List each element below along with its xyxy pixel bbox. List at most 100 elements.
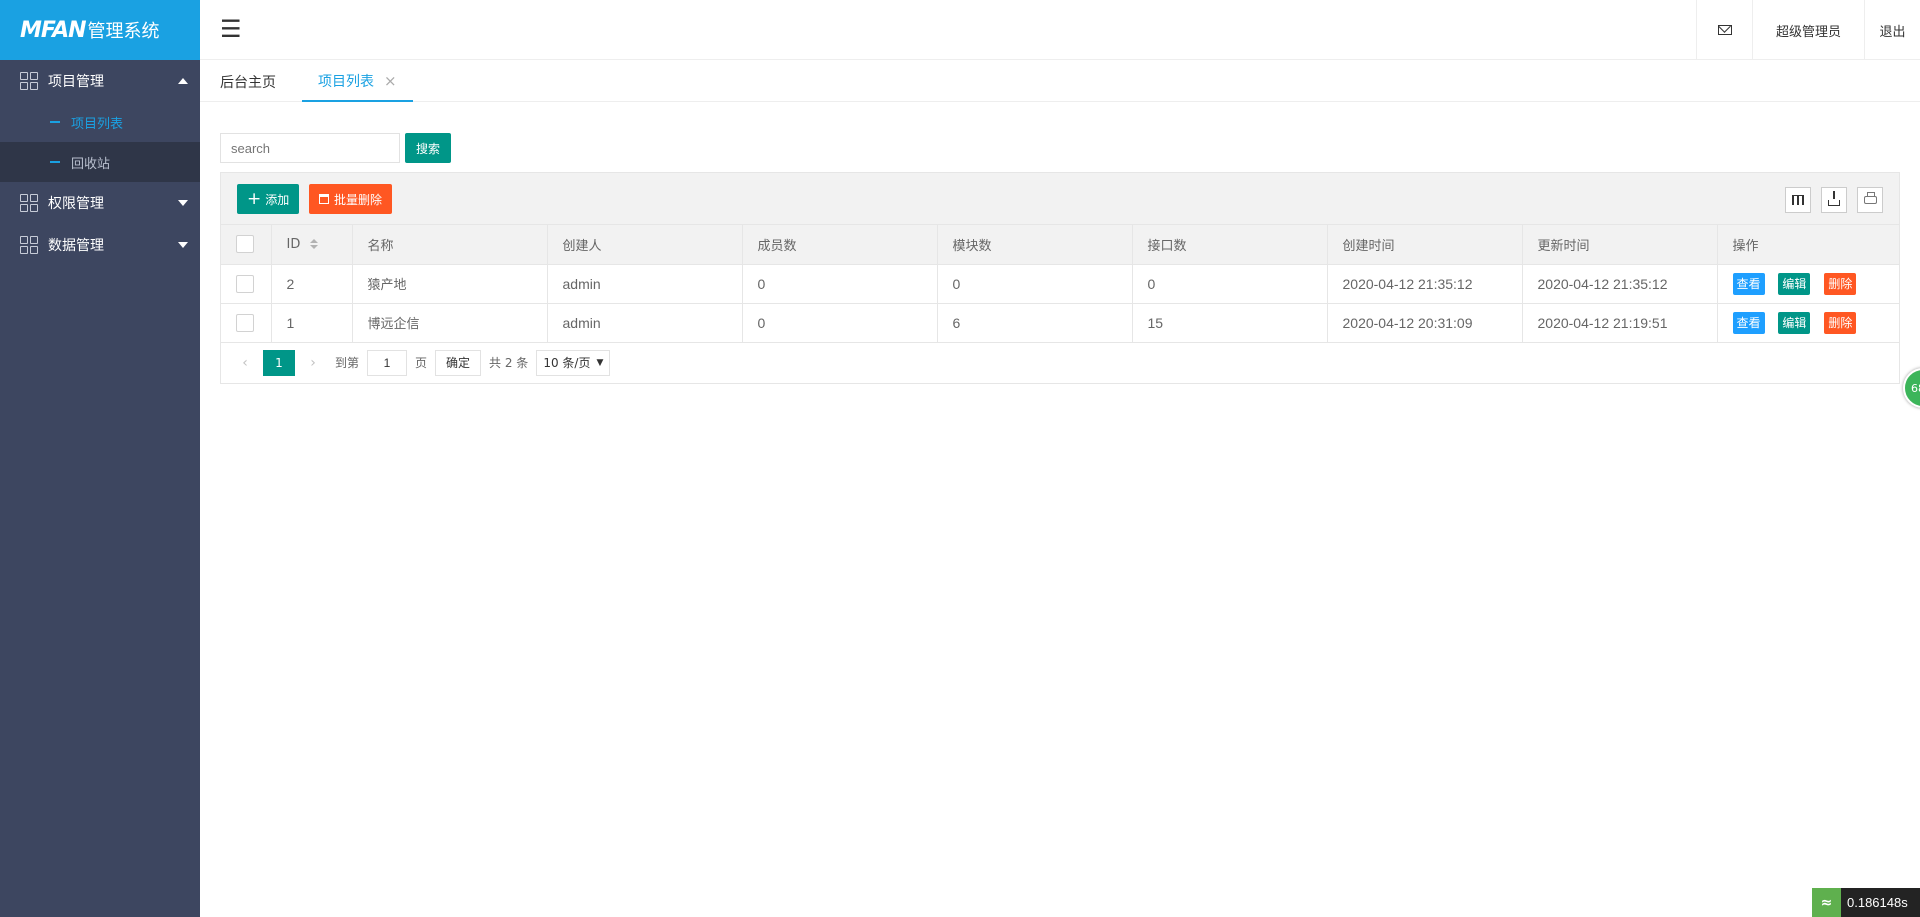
view-button[interactable]: 查看 [1732,272,1765,295]
cell-updated: 2020-04-12 21:19:51 [1522,303,1718,343]
table-row: 1 博远企信 admin 0 6 15 2020-04-12 20:31:09 … [221,303,1899,343]
grid-icon [20,236,38,254]
dash-icon [50,161,60,163]
close-icon[interactable]: × [384,72,397,90]
column-header-actions: 操作 [1717,225,1899,265]
search-input[interactable] [220,133,400,163]
mail-icon [1717,25,1732,35]
next-page-icon[interactable]: › [299,355,327,371]
logo-subtitle: 管理系统 [87,21,160,42]
hamburger-menu-icon[interactable]: ☰ [220,17,242,41]
select-all-checkbox[interactable] [236,235,254,254]
debug-time: 0.186148s [1847,895,1908,910]
caret-up-icon [178,78,188,84]
tab-label: 后台主页 [220,74,276,91]
sidebar-item-label: 回收站 [71,156,111,172]
message-button[interactable] [1696,0,1752,60]
column-header-apis: 接口数 [1132,225,1328,265]
menu-label: 权限管理 [48,196,104,212]
app-logo[interactable]: MFAN 管理系统 [0,0,200,60]
export-button[interactable] [1821,187,1847,213]
column-header-creator: 创建人 [547,225,743,265]
edit-button[interactable]: 编辑 [1778,311,1811,334]
top-header: ☰ 超级管理员 退出 [200,0,1920,60]
delete-button[interactable]: 删除 [1824,311,1857,334]
column-label: ID [286,236,301,252]
prev-page-icon[interactable]: ‹ [231,355,259,371]
menu-project-management[interactable]: 项目管理 [0,60,200,102]
table-toolbar: + 添加 批量删除 [221,173,1899,225]
project-table: ID 名称 创建人 成员数 模块数 接口数 创建时间 更新时间 操作 2 猿产地… [221,225,1899,343]
sidebar-item-label: 项目列表 [71,116,124,132]
dash-icon [50,121,60,123]
cell-actions: 查看 编辑 删除 [1717,303,1899,343]
export-icon [1828,191,1840,206]
edit-button[interactable]: 编辑 [1778,272,1811,295]
menu-group-data: 数据管理 [0,224,200,266]
menu-group-permission: 权限管理 [0,182,200,224]
cell-creator: admin [547,303,743,343]
row-checkbox-cell [221,303,272,343]
menu-label: 项目管理 [48,74,104,90]
page-1-button[interactable]: 1 [263,349,295,376]
sidebar-item-recycle-bin[interactable]: 回收站 [0,142,200,182]
batch-delete-label: 批量删除 [334,192,383,207]
view-button[interactable]: 查看 [1732,311,1765,334]
goto-confirm-button[interactable]: 确定 [435,349,482,376]
column-header-created: 创建时间 [1327,225,1523,265]
add-button[interactable]: + 添加 [237,184,300,214]
caret-down-icon [178,242,188,248]
page-size-select[interactable]: 10 条/页 ▼ [536,349,611,376]
table-header-row: ID 名称 创建人 成员数 模块数 接口数 创建时间 更新时间 操作 [221,225,1899,265]
cell-updated: 2020-04-12 21:35:12 [1522,264,1718,304]
tab-label: 项目列表 [318,73,374,90]
cell-apis: 0 [1132,264,1328,304]
cell-members: 0 [742,303,938,343]
tab-bar: 后台主页 项目列表 × [200,61,1920,102]
debug-logo-icon: ≈ [1812,888,1841,917]
cell-modules: 6 [937,303,1133,343]
sidebar-item-project-list[interactable]: 项目列表 [0,102,200,142]
cell-creator: admin [547,264,743,304]
logout-button[interactable]: 退出 [1864,0,1920,60]
search-bar: 搜索 [220,133,452,163]
cell-name: 猿产地 [352,264,548,304]
goto-page-input[interactable] [367,349,408,376]
floating-badge[interactable]: 68 [1903,368,1920,408]
grid-icon [20,72,38,90]
user-menu[interactable]: 超级管理员 [1752,0,1864,60]
search-button[interactable]: 搜索 [405,133,452,163]
tab-home[interactable]: 后台主页 [210,61,292,102]
cell-created: 2020-04-12 20:31:09 [1327,303,1523,343]
add-label: 添加 [265,192,290,207]
sort-icon[interactable] [310,239,319,250]
column-header-id[interactable]: ID [271,225,353,265]
column-header-updated: 更新时间 [1522,225,1718,265]
header-checkbox-cell [221,225,272,265]
cell-name: 博远企信 [352,303,548,343]
cell-apis: 15 [1132,303,1328,343]
menu-permission-management[interactable]: 权限管理 [0,182,200,224]
print-icon [1863,192,1877,204]
total-count: 共 2 条 [489,356,529,370]
column-header-members: 成员数 [742,225,938,265]
caret-down-icon [178,200,188,206]
cell-id: 1 [271,303,353,343]
row-checkbox[interactable] [236,313,254,332]
plus-icon: + [247,189,262,209]
cell-actions: 查看 编辑 删除 [1717,264,1899,304]
tab-project-list[interactable]: 项目列表 × [302,61,413,102]
row-checkbox[interactable] [236,274,254,293]
menu-group-project: 项目管理 项目列表 回收站 [0,60,200,182]
menu-data-management[interactable]: 数据管理 [0,224,200,266]
print-button[interactable] [1857,187,1883,213]
filter-columns-button[interactable] [1785,187,1811,213]
column-header-name: 名称 [352,225,548,265]
debug-trace-bar[interactable]: ≈ 0.186148s [1812,888,1920,917]
pagination: ‹ 1 › 到第 页 确定 共 2 条 10 条/页 ▼ [221,343,1899,383]
sidebar: MFAN 管理系统 项目管理 项目列表 回收站 权限管理 数据管理 [0,0,200,917]
grid-icon [20,194,38,212]
cell-id: 2 [271,264,353,304]
delete-button[interactable]: 删除 [1824,272,1857,295]
batch-delete-button[interactable]: 批量删除 [309,184,393,214]
